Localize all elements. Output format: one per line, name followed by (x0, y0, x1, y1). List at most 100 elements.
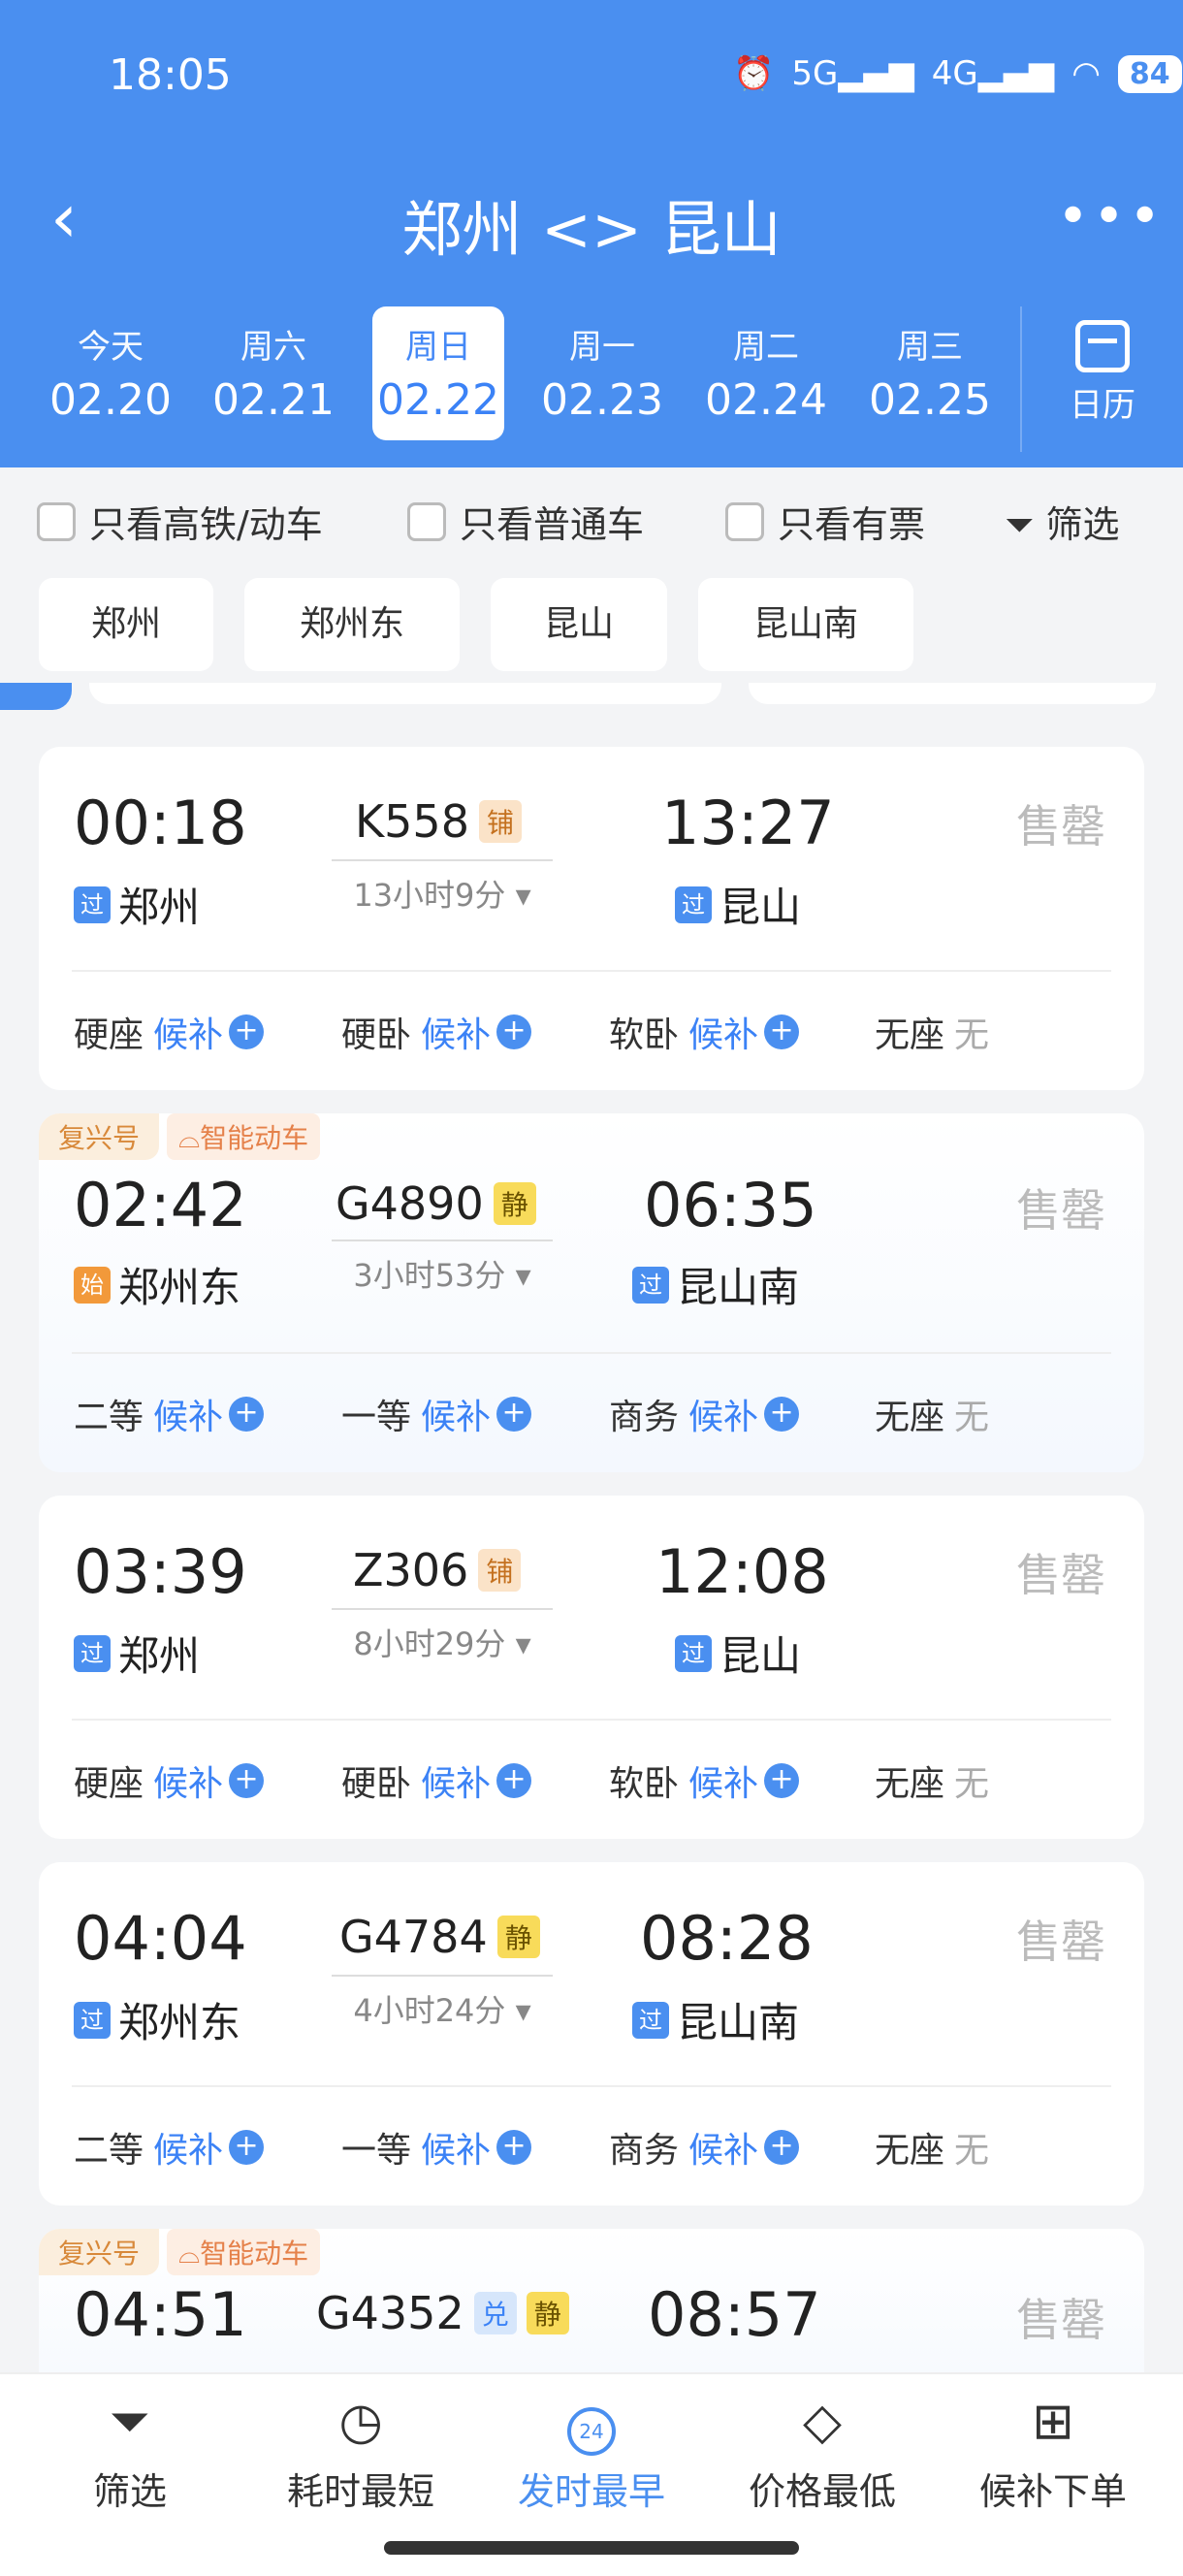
date-tab-0[interactable]: 今天 02.20 (45, 306, 176, 440)
departure-time: 03:39 (74, 1536, 247, 1607)
duration[interactable]: 3小时53分 ▾ (332, 1240, 553, 1296)
timer-icon: ◷ (338, 2393, 383, 2451)
departure-station: 始郑州东 (74, 1255, 240, 1314)
fuxinghao-tag: 复兴号 (39, 1113, 160, 1160)
alarm-icon: ⏰ (733, 54, 775, 93)
station-chip-zhengzhou[interactable]: 郑州 (39, 578, 213, 671)
arrival-time: 12:08 (655, 1536, 829, 1607)
station-chips: 郑州 郑州东 昆山 昆山南 (0, 578, 1183, 671)
train-tags: 复兴号 ⌓智能动车 (39, 1113, 321, 1160)
has-ticket-checkbox[interactable]: 只看有票 (725, 495, 925, 548)
calendar-icon (1075, 320, 1130, 372)
plus-icon: + (496, 1397, 532, 1432)
train-number: Z306 铺 (353, 1544, 522, 1596)
chevron-down-icon: ▾ (515, 1626, 531, 1662)
smart-emu-tag: ⌓智能动车 (167, 2229, 321, 2275)
normal-train-checkbox[interactable]: 只看普通车 (407, 495, 644, 548)
date-tab-4[interactable]: 周二 02.24 (700, 306, 832, 440)
sold-out-label: 售罄 (1016, 1549, 1105, 1601)
train-icon: ⌓ (178, 1122, 201, 1154)
seat-option: 无座无 (875, 1764, 990, 1804)
date-tabs: 今天 02.20 周六 02.21 周日 02.22 周一 02.23 周二 0… (0, 306, 1013, 440)
seat-option[interactable]: 二等 候补 + (74, 2122, 265, 2173)
duration[interactable]: 8小时29分 ▾ (332, 1608, 553, 1664)
seat-option[interactable]: 硬卧 候补 + (341, 1007, 532, 1057)
pass-tag: 过 (74, 2001, 111, 2039)
more-button[interactable]: ••• (1057, 190, 1165, 244)
date-tab-1[interactable]: 周六 02.21 (208, 306, 339, 440)
seat-option[interactable]: 软卧 候补 + (609, 1007, 800, 1057)
seat-option[interactable]: 一等 候补 + (341, 1389, 532, 1439)
sleeper-badge: 铺 (478, 1549, 522, 1592)
duration[interactable]: 13小时9分 ▾ (332, 859, 553, 916)
train-number: G4352 兑 静 (316, 2287, 569, 2339)
filter-button[interactable]: ⏷ 筛选 (1005, 495, 1120, 548)
seat-option[interactable]: 一等 候补 + (341, 2122, 532, 2173)
departure-time: 02:42 (74, 1170, 247, 1240)
nav-shortest-duration[interactable]: ◷ 耗时最短 (254, 2392, 467, 2515)
arrival-station: 过昆山 (675, 875, 801, 934)
plus-icon: + (496, 1014, 532, 1049)
seat-option[interactable]: 商务 候补 + (609, 2122, 800, 2173)
checkbox-icon (37, 501, 76, 541)
quiet-car-badge: 静 (493, 1182, 536, 1225)
plus-icon: + (496, 1763, 532, 1798)
checkbox-icon (407, 501, 446, 541)
quiet-car-badge: 静 (496, 1916, 540, 1958)
seat-option[interactable]: 商务 候补 + (609, 1389, 800, 1439)
exchange-badge: 兑 (473, 2292, 517, 2334)
date-tab-5[interactable]: 周三 02.25 (864, 306, 996, 440)
high-speed-checkbox[interactable]: 只看高铁/动车 (37, 495, 323, 548)
station-chip-zhengzhoudong[interactable]: 郑州东 (244, 578, 460, 671)
duration[interactable]: 4小时24分 ▾ (332, 1975, 553, 2031)
scroll-indicator (0, 683, 72, 710)
plus-icon: + (764, 2130, 800, 2165)
departure-station: 过郑州 (74, 875, 200, 934)
divider (72, 1719, 1111, 1721)
home-indicator[interactable] (384, 2541, 799, 2555)
train-icon: ⌓ (178, 2238, 201, 2270)
train-card[interactable]: 04:04 G4784 静 4小时24分 ▾ 08:28 过郑州东 过昆山南 售… (39, 1862, 1144, 2206)
chevron-down-icon: ▾ (515, 877, 531, 914)
arrival-time: 08:28 (640, 1903, 814, 1974)
train-card[interactable]: 复兴号 ⌓智能动车 02:42 G4890 静 3小时53分 ▾ 06:35 始… (39, 1113, 1144, 1472)
station-chip-kunshan[interactable]: 昆山 (491, 578, 667, 671)
sold-out-label: 售罄 (1016, 2294, 1105, 2346)
departure-time: 04:04 (74, 1903, 247, 1974)
hidden-card-edge (749, 683, 1156, 704)
funnel-icon: ⏷ (1005, 503, 1035, 546)
hidden-card-edge (89, 683, 721, 704)
calendar-button[interactable]: 日历 (1020, 306, 1183, 452)
nav-earliest-departure[interactable]: 24 发时最早 (485, 2392, 698, 2515)
chevron-down-icon: ▾ (515, 1992, 531, 2029)
seat-option[interactable]: 软卧 候补 + (609, 1755, 800, 1806)
departure-time: 00:18 (74, 788, 247, 858)
plus-icon: + (496, 2130, 532, 2165)
fuxinghao-tag: 复兴号 (39, 2229, 160, 2275)
checkbox-icon (725, 501, 764, 541)
departure-station: 过郑州东 (74, 1990, 240, 2049)
seat-option[interactable]: 二等 候补 + (74, 1389, 265, 1439)
departure-station: 过郑州 (74, 1624, 200, 1683)
nav-lowest-price[interactable]: ◇ 价格最低 (716, 2392, 929, 2515)
date-tab-2[interactable]: 周日 02.22 (372, 306, 504, 440)
nav-filter[interactable]: ⏷ 筛选 (23, 2392, 237, 2515)
seat-option[interactable]: 硬座 候补 + (74, 1007, 265, 1057)
train-card[interactable]: 00:18 K558 铺 13小时9分 ▾ 13:27 过郑州 过昆山 售罄 硬… (39, 747, 1144, 1090)
seat-option[interactable]: 硬座 候补 + (74, 1755, 265, 1806)
pass-tag: 过 (74, 1634, 111, 1672)
seat-option: 无座无 (875, 2131, 990, 2171)
seat-option[interactable]: 硬卧 候补 + (341, 1755, 532, 1806)
plus-icon: + (229, 1397, 265, 1432)
nav-waitlist-order[interactable]: ⊞ 候补下单 (946, 2392, 1160, 2515)
arrival-station: 过昆山南 (632, 1990, 799, 2049)
train-card[interactable]: 03:39 Z306 铺 8小时29分 ▾ 12:08 过郑州 过昆山 售罄 硬… (39, 1496, 1144, 1839)
station-chip-kunshannan[interactable]: 昆山南 (698, 578, 913, 671)
pass-tag: 过 (675, 1634, 712, 1672)
departure-time: 04:51 (74, 2279, 247, 2350)
clock-24-icon: 24 (567, 2407, 616, 2456)
status-icons: ⏰ 5G▂▄▆ 4G▂▄▆ ◠ 84 (733, 54, 1182, 93)
pass-tag: 过 (632, 2001, 669, 2039)
date-tab-3[interactable]: 周一 02.23 (536, 306, 668, 440)
signal-5g-icon: 5G▂▄▆ (791, 54, 914, 93)
